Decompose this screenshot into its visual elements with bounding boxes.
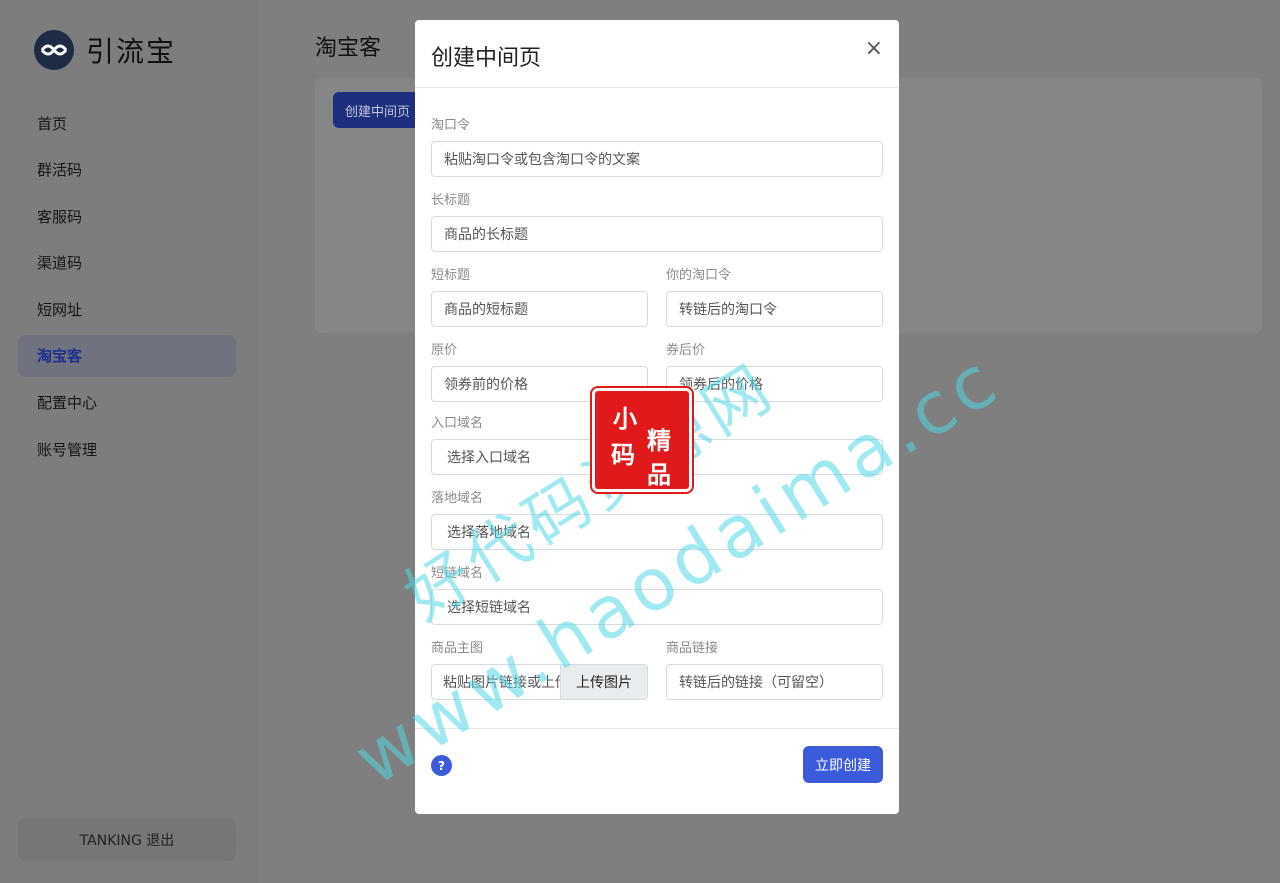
sidebar: 引流宝 首页 群活码 客服码 渠道码 短网址 淘宝客 配置中心 账号管理 TAN… — [0, 0, 258, 883]
app-name: 引流宝 — [86, 35, 177, 68]
app-logo[interactable]: 引流宝 — [34, 30, 176, 70]
short-title-input[interactable]: 商品的短标题 — [431, 291, 648, 327]
main-image-input[interactable]: 粘贴图片链接或上传 — [432, 665, 560, 699]
short-domain-select[interactable]: 选择短链域名 — [431, 589, 883, 625]
close-icon[interactable]: × — [865, 38, 883, 60]
sidebar-item-config[interactable]: 配置中心 — [18, 382, 236, 424]
your-tkl-input[interactable]: 转链后的淘口令 — [666, 291, 883, 327]
modal-title: 创建中间页 — [431, 46, 542, 71]
main-image-group: 粘贴图片链接或上传 上传图片 — [431, 664, 648, 700]
sidebar-item-service-qrcode[interactable]: 客服码 — [18, 195, 236, 237]
short-title-label: 短标题 — [431, 268, 471, 283]
tkl-label: 淘口令 — [431, 118, 471, 133]
long-title-label: 长标题 — [431, 193, 471, 208]
sidebar-item-group-qrcode[interactable]: 群活码 — [18, 149, 236, 191]
landing-domain-select[interactable]: 选择落地域名 — [431, 514, 883, 550]
product-link-input[interactable]: 转链后的链接（可留空） — [666, 664, 883, 700]
coupon-price-label: 券后价 — [666, 343, 706, 358]
page-title: 淘宝客 — [315, 36, 382, 61]
modal-header: 创建中间页 × — [415, 20, 899, 88]
main-image-label: 商品主图 — [431, 641, 484, 656]
long-title-input[interactable]: 商品的长标题 — [431, 216, 883, 252]
sidebar-item-taobaoke[interactable]: 淘宝客 — [18, 334, 236, 377]
sidebar-item-short-url[interactable]: 短网址 — [18, 288, 236, 330]
entry-domain-select[interactable]: 选择入口域名 — [431, 439, 883, 475]
sidebar-item-account[interactable]: 账号管理 — [18, 428, 236, 470]
logo-icon — [34, 30, 74, 70]
entry-domain-label: 入口域名 — [431, 416, 484, 431]
create-page-button[interactable]: 创建中间页 — [333, 92, 423, 128]
create-page-modal: 创建中间页 × 淘口令 粘贴淘口令或包含淘口令的文案 长标题 商品的长标题 短标… — [415, 20, 899, 814]
your-tkl-label: 你的淘口令 — [666, 268, 732, 283]
original-price-label: 原价 — [431, 343, 458, 358]
create-page-form: 淘口令 粘贴淘口令或包含淘口令的文案 长标题 商品的长标题 短标题 商品的短标题… — [431, 118, 883, 700]
upload-image-button[interactable]: 上传图片 — [560, 665, 647, 699]
sidebar-item-channel-qrcode[interactable]: 渠道码 — [18, 242, 236, 284]
modal-footer: ? 立即创建 — [415, 728, 899, 814]
submit-button[interactable]: 立即创建 — [803, 746, 883, 783]
sidebar-nav: 首页 群活码 客服码 渠道码 短网址 淘宝客 配置中心 账号管理 — [18, 102, 236, 475]
help-icon[interactable]: ? — [431, 755, 452, 776]
coupon-price-input[interactable]: 领券后的价格 — [666, 366, 883, 402]
short-domain-label: 短链域名 — [431, 566, 484, 581]
logout-button[interactable]: TANKING 退出 — [18, 818, 236, 861]
landing-domain-label: 落地域名 — [431, 491, 484, 506]
sidebar-item-home[interactable]: 首页 — [18, 102, 236, 144]
tkl-input[interactable]: 粘贴淘口令或包含淘口令的文案 — [431, 141, 883, 177]
original-price-input[interactable]: 领券前的价格 — [431, 366, 648, 402]
product-link-label: 商品链接 — [666, 641, 719, 656]
